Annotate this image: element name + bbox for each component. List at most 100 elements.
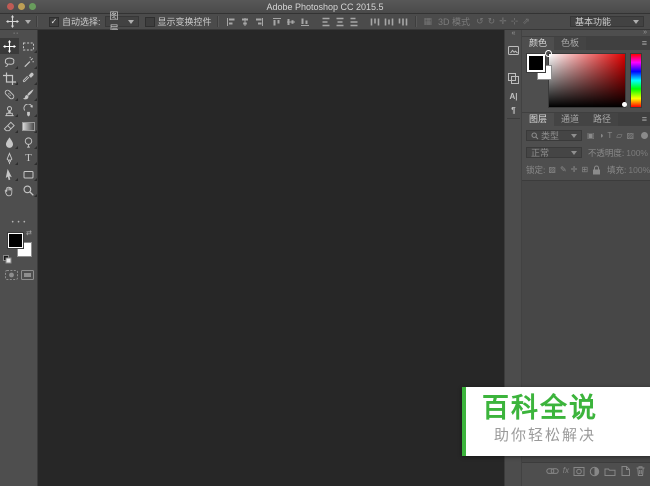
filter-adjustment-layers-icon[interactable]: ◑	[599, 130, 604, 142]
distribute-top-edges-icon[interactable]	[321, 17, 331, 27]
tool-preset-caret-icon[interactable]	[25, 20, 31, 24]
filter-smart-objects-icon[interactable]: ▨	[626, 130, 634, 142]
dropdown-caret-icon	[128, 20, 134, 24]
lock-transparent-pixels-icon[interactable]: ▨	[548, 164, 556, 176]
auto-select-target-dropdown[interactable]: 图层	[105, 16, 139, 27]
expand-dock-icon[interactable]: «	[505, 30, 522, 37]
brush-tool[interactable]	[19, 86, 38, 102]
auto-select-checkbox[interactable]: ✓	[49, 17, 59, 27]
history-brush-tool[interactable]	[19, 102, 38, 118]
paragraph-panel-icon[interactable]: ¶	[505, 106, 522, 115]
new-layer-icon[interactable]	[620, 465, 631, 477]
new-adjustment-layer-icon[interactable]	[589, 466, 600, 477]
delete-layer-icon[interactable]	[635, 465, 646, 477]
distribute-bottom-edges-icon[interactable]	[349, 17, 359, 27]
layer-style-fx-icon[interactable]: fx	[563, 466, 569, 476]
align-horizontal-centers-icon[interactable]	[240, 17, 250, 27]
edit-toolbar-icon[interactable]: • • •	[0, 220, 38, 226]
move-tool[interactable]	[0, 38, 19, 54]
path-selection-tool[interactable]	[0, 166, 19, 182]
color-panel	[522, 50, 650, 112]
swap-colors-icon[interactable]: ⇄	[26, 229, 32, 237]
3d-roll-icon[interactable]: ↻	[488, 14, 496, 29]
align-left-edges-icon[interactable]	[226, 17, 236, 27]
layer-filter-toggle[interactable]	[641, 132, 648, 139]
lasso-tool[interactable]	[0, 54, 19, 70]
bandage-icon	[3, 88, 16, 101]
move-icon	[3, 40, 16, 53]
eyedropper-tool[interactable]	[19, 70, 38, 86]
shape-tool[interactable]	[19, 166, 38, 182]
3d-drag-icon[interactable]: ✛	[499, 14, 507, 29]
dropdown-caret-icon	[633, 20, 639, 24]
tab-paths[interactable]: 路径	[586, 113, 618, 126]
align-top-edges-icon[interactable]	[272, 17, 282, 27]
add-layer-mask-icon[interactable]	[573, 466, 585, 477]
filter-type-layers-icon[interactable]: T	[607, 130, 612, 142]
lock-all-icon[interactable]	[592, 165, 601, 175]
crop-tool[interactable]	[0, 70, 19, 86]
default-colors-icon[interactable]	[3, 255, 12, 264]
saturation-brightness-field[interactable]	[548, 53, 626, 108]
3d-slide-icon[interactable]: ⊹	[511, 14, 519, 29]
selection-arrow-icon	[3, 168, 16, 181]
distribute-left-edges-icon[interactable]	[370, 17, 380, 27]
color-sample-dot-icon[interactable]	[622, 102, 627, 107]
collapse-panels-icon[interactable]: »	[643, 29, 647, 36]
distribute-spacing-icon[interactable]: ▦	[424, 14, 433, 29]
character-panel-icon[interactable]: A|	[505, 92, 522, 101]
libraries-panel-icon[interactable]	[505, 44, 522, 57]
panel-menu-icon[interactable]: ≡	[642, 37, 647, 50]
quick-selection-tool[interactable]	[19, 54, 38, 70]
foreground-color-swatch[interactable]	[8, 233, 23, 248]
show-transform-checkbox[interactable]	[145, 17, 155, 27]
color-panel-foreground-swatch[interactable]	[527, 54, 545, 72]
distribute-vertical-centers-icon[interactable]	[335, 17, 345, 27]
distribute-horizontal-centers-icon[interactable]	[384, 17, 394, 27]
lock-image-pixels-icon[interactable]: ✎	[560, 164, 567, 176]
screen-mode-button[interactable]	[20, 268, 35, 282]
filter-pixel-layers-icon[interactable]: ▣	[587, 130, 595, 142]
blend-mode-dropdown[interactable]: 正常	[526, 147, 582, 158]
layer-filter-dropdown[interactable]: 类型	[526, 130, 582, 141]
tab-layers[interactable]: 图层	[522, 113, 554, 126]
hand-tool[interactable]	[0, 182, 19, 198]
panel-menu-icon[interactable]: ≡	[642, 113, 647, 126]
lock-position-icon[interactable]: ✛	[571, 164, 578, 176]
align-right-edges-icon[interactable]	[254, 17, 264, 27]
link-layers-icon[interactable]	[546, 465, 559, 477]
opacity-value[interactable]: 100%	[626, 148, 648, 158]
new-group-icon[interactable]	[604, 466, 616, 477]
3d-rotate-icon[interactable]: ↺	[476, 14, 484, 29]
tab-channels[interactable]: 通道	[554, 113, 586, 126]
healing-brush-tool[interactable]	[0, 86, 19, 102]
zoom-tool[interactable]	[19, 182, 38, 198]
color-marker-icon[interactable]	[545, 50, 552, 57]
distribute-right-edges-icon[interactable]	[398, 17, 408, 27]
workspace-dropdown[interactable]: 基本功能	[570, 16, 644, 27]
clone-stamp-tool[interactable]	[0, 102, 19, 118]
gradient-tool[interactable]	[19, 118, 38, 134]
blur-tool[interactable]	[0, 134, 19, 150]
eraser-tool[interactable]	[0, 118, 19, 134]
fill-value[interactable]: 100%	[628, 165, 650, 175]
quick-mask-button[interactable]	[4, 268, 19, 282]
align-bottom-edges-icon[interactable]	[300, 17, 310, 27]
align-vertical-centers-icon[interactable]	[286, 17, 296, 27]
toolbar-grip-icon[interactable]: ▪▪	[13, 31, 19, 37]
lock-artboard-icon[interactable]: ⊞	[581, 164, 588, 176]
adjustments-panel-icon[interactable]	[505, 72, 522, 85]
move-tool-preset-icon[interactable]	[6, 15, 19, 28]
magic-wand-icon	[22, 56, 35, 69]
tab-swatches[interactable]: 色板	[554, 37, 586, 50]
pen-tool[interactable]	[0, 150, 19, 166]
separator	[217, 16, 219, 27]
type-tool[interactable]: T	[19, 150, 38, 166]
marquee-tool[interactable]	[19, 38, 38, 54]
hue-slider[interactable]	[630, 53, 642, 108]
filter-shape-layers-icon[interactable]: ▱	[616, 130, 622, 142]
3d-scale-icon[interactable]: ⇗	[522, 14, 530, 29]
auto-select-label: 自动选择:	[62, 15, 101, 28]
tab-color[interactable]: 颜色	[522, 37, 554, 50]
dodge-tool[interactable]	[19, 134, 38, 150]
